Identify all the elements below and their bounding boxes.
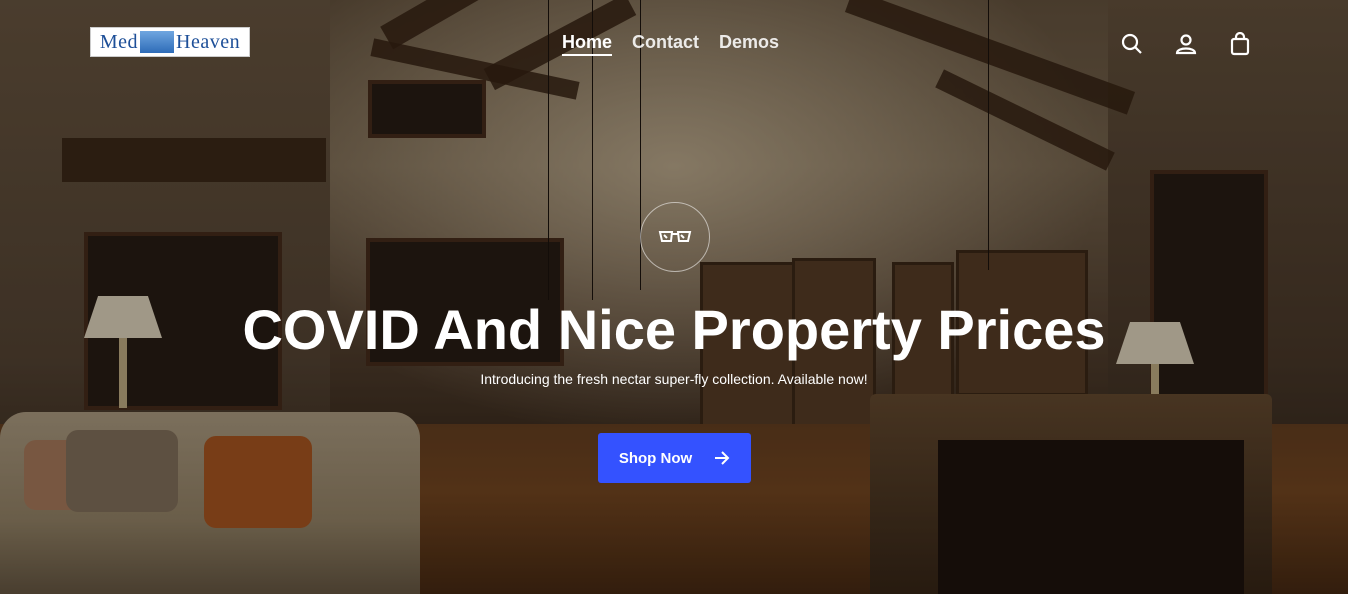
header-icons — [1118, 30, 1254, 58]
user-account-icon[interactable] — [1172, 30, 1200, 58]
hero-subtitle: Introducing the fresh nectar super-fly c… — [480, 371, 868, 387]
shop-now-label: Shop Now — [618, 449, 693, 467]
hero-title: COVID And Nice Property Prices — [242, 298, 1106, 361]
hero-badge — [640, 202, 710, 272]
nav-item-contact[interactable]: Contact — [632, 32, 699, 56]
arrow-right-icon — [715, 451, 730, 465]
logo-text-left: Med — [99, 30, 139, 53]
search-icon[interactable] — [1118, 30, 1146, 58]
hero-section: Med Heaven Home Contact Demos COVID And … — [0, 0, 1348, 594]
sunglasses-icon — [658, 231, 692, 242]
site-logo[interactable]: Med Heaven — [90, 27, 250, 57]
shopping-bag-icon[interactable] — [1226, 30, 1254, 58]
nav-item-demos[interactable]: Demos — [719, 32, 779, 56]
main-nav: Home Contact Demos — [562, 32, 779, 56]
logo-text-right: Heaven — [176, 30, 241, 53]
logo-emblem-icon — [140, 31, 175, 53]
shop-now-button[interactable]: Shop Now — [598, 433, 751, 483]
nav-item-home[interactable]: Home — [562, 32, 613, 56]
